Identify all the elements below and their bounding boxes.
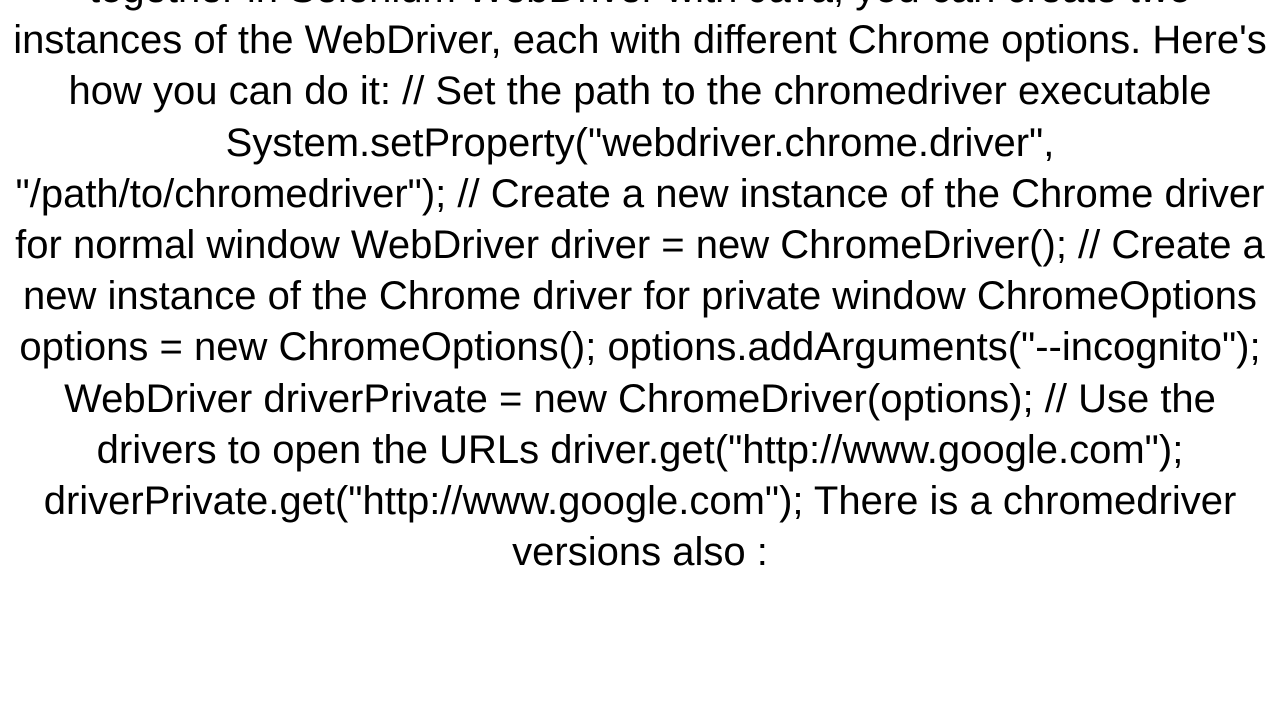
document-body: together in Selenium WebDriver with Java… bbox=[0, 0, 1280, 578]
